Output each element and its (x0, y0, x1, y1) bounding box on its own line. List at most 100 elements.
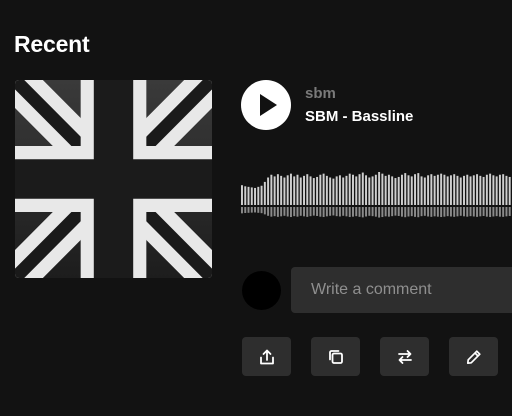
waveform-bar (361, 172, 364, 205)
play-icon (260, 94, 277, 116)
waveform-bar (440, 173, 443, 205)
waveform-bar (453, 174, 456, 205)
waveform-reflection-bar (247, 207, 250, 213)
waveform-reflection-bar (273, 207, 276, 217)
waveform-bar (430, 174, 433, 205)
waveform-reflection-bar (394, 207, 397, 216)
waveform-reflection-bar (400, 207, 403, 217)
waveform-bar (387, 174, 390, 205)
waveform-reflection-bar (391, 207, 394, 217)
waveform-bar (479, 175, 482, 205)
waveform-reflection-bar (250, 207, 253, 213)
waveform-bar (319, 174, 322, 205)
waveform-bar (433, 175, 436, 205)
waveform-reflection-bar (335, 207, 338, 217)
waveform-reflection-bar (365, 207, 368, 217)
waveform-reflection-bar (303, 207, 305, 217)
waveform-reflection-bar (479, 207, 482, 217)
waveform-reflection-bar (319, 207, 322, 217)
waveform-reflection-bar (309, 207, 312, 217)
waveform-reflection-bar (329, 207, 332, 216)
waveform-bar (446, 176, 449, 205)
waveform-bar (397, 176, 400, 205)
waveform-reflection-bar (378, 207, 381, 218)
waveform-bar (365, 175, 368, 205)
waveform-bar (276, 174, 279, 205)
edit-button[interactable] (449, 337, 498, 376)
waveform-bar (247, 186, 250, 205)
waveform-reflection-bar (420, 207, 423, 217)
waveform-bar (476, 174, 479, 205)
waveform-bar (463, 175, 465, 205)
waveform-reflection-bar (257, 207, 260, 213)
section-title: Recent (14, 31, 90, 57)
waveform-reflection-bar (433, 207, 436, 217)
waveform-reflection-bar (482, 207, 485, 216)
repost-icon (397, 349, 412, 364)
waveform-bar (427, 175, 430, 205)
comment-input[interactable] (291, 267, 512, 313)
waveform-bar (489, 173, 492, 205)
waveform-bar (270, 174, 273, 205)
share-button[interactable] (242, 337, 291, 376)
waveform-reflection-bar (492, 207, 495, 217)
waveform-bar (309, 176, 312, 205)
waveform-reflection-bar (414, 207, 417, 217)
waveform-reflection-bar (404, 207, 407, 218)
waveform-reflection-bar (463, 207, 465, 217)
waveform[interactable] (241, 150, 512, 230)
waveform-bar (371, 176, 374, 205)
waveform-reflection-bar (286, 207, 289, 217)
waveform-reflection-bar (449, 207, 452, 217)
waveform-bar (299, 177, 302, 205)
waveform-reflection-bar (270, 207, 273, 217)
waveform-bar (312, 178, 315, 205)
waveform-reflection-bar (387, 207, 390, 217)
waveform-reflection-bar (459, 207, 462, 216)
waveform-bar (306, 174, 309, 205)
waveform-reflection-bar (502, 207, 505, 217)
waveform-reflection-bar (306, 207, 309, 217)
waveform-reflection-bar (476, 207, 479, 217)
waveform-bar (378, 172, 381, 205)
waveform-reflection-bar (338, 207, 341, 217)
waveform-bar (355, 176, 358, 205)
waveform-bar (449, 175, 452, 205)
waveform-reflection-bar (443, 207, 446, 217)
waveform-reflection-bar (466, 207, 469, 217)
waveform-bar (280, 175, 283, 205)
recent-section: Recent sbm SBM - Bassline (0, 0, 512, 416)
waveform-reflection-bar (384, 207, 387, 217)
waveform-reflection-bar (241, 207, 243, 214)
play-button[interactable] (241, 80, 291, 130)
artist-name[interactable]: sbm (305, 85, 336, 103)
waveform-bar (316, 176, 319, 205)
waveform-reflection-bar (316, 207, 319, 216)
waveform-bar (498, 174, 501, 205)
waveform-bar (394, 178, 397, 205)
waveform-bar (263, 181, 266, 205)
waveform-bar (508, 176, 511, 205)
waveform-reflection-bar (263, 207, 266, 215)
waveform-reflection-bar (485, 207, 488, 217)
waveform-bar (250, 187, 253, 205)
waveform-bar (335, 176, 338, 205)
waveform-bar (303, 175, 305, 205)
waveform-reflection-bar (296, 207, 299, 217)
track-artwork[interactable] (15, 80, 212, 278)
waveform-reflection-bar (371, 207, 374, 217)
waveform-reflection-bar (469, 207, 472, 217)
waveform-bar (456, 175, 459, 205)
waveform-reflection-bar (495, 207, 498, 217)
waveform-reflection-bar (283, 207, 286, 216)
waveform-reflection-bar (244, 207, 247, 213)
waveform-bar (391, 176, 394, 205)
waveform-bar (368, 177, 371, 205)
waveform-bar (459, 177, 462, 205)
waveform-reflection-bar (374, 207, 377, 217)
copy-link-button[interactable] (311, 337, 360, 376)
repost-button[interactable] (380, 337, 429, 376)
waveform-reflection-bar (498, 207, 501, 217)
waveform-reflection-bar (358, 207, 361, 217)
track-title[interactable]: SBM - Bassline (305, 108, 413, 126)
